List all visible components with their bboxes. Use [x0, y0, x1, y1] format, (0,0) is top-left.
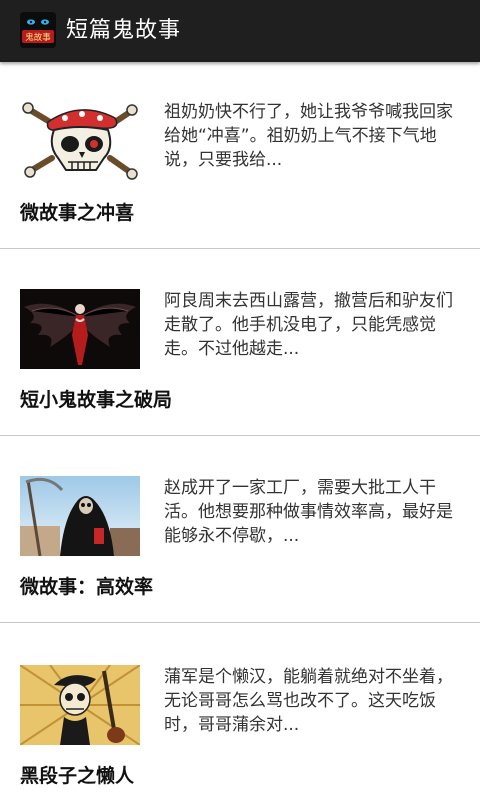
app-title: 短篇鬼故事: [66, 18, 182, 43]
app-screen: 鬼故事 短篇鬼故事 祖奶奶快不行了，她让我爷爷喊我回家给她“冲喜”。祖奶奶上气不…: [0, 0, 480, 800]
skeleton-with-guitar-thumbnail: [20, 665, 140, 745]
story-item[interactable]: 赵成开了一家工厂，需要大批工人干活。他想要那种做事情效率高，最好是能够永不停歇，…: [0, 436, 480, 622]
dark-winged-angel-thumbnail: [20, 289, 140, 369]
story-summary: 阿良周末去西山露营，撤营后和驴友们走散了。他手机没电了，只能凭感觉走。不过他越走…: [164, 291, 453, 359]
app-icon-text: 鬼故事: [25, 32, 51, 43]
story-list[interactable]: 祖奶奶快不行了，她让我爷爷喊我回家给她“冲喜”。祖奶奶上气不接下气地说，只要我给…: [0, 62, 480, 800]
grim-reaper-thumbnail: [20, 476, 140, 556]
story-summary: 赵成开了一家工厂，需要大批工人干活。他想要那种做事情效率高，最好是能够永不停歇，…: [164, 478, 453, 546]
story-title: 微故事：高效率: [20, 576, 154, 598]
story-summary: 祖奶奶快不行了，她让我爷爷喊我回家给她“冲喜”。祖奶奶上气不接下气地说，只要我给…: [164, 102, 453, 170]
story-item[interactable]: 祖奶奶快不行了，她让我爷爷喊我回家给她“冲喜”。祖奶奶上气不接下气地说，只要我给…: [0, 62, 480, 248]
app-icon[interactable]: 鬼故事: [20, 12, 56, 48]
story-summary: 蒲军是个懒汉，能躺着就绝对不坐着，无论哥哥怎么骂也改不了。这天吃饭时，哥哥蒲余对…: [164, 667, 453, 735]
skull-and-crossbones-thumbnail: [20, 100, 140, 180]
story-title: 微故事之冲喜: [20, 202, 135, 224]
story-item[interactable]: 蒲军是个懒汉，能躺着就绝对不坐着，无论哥哥怎么骂也改不了。这天吃饭时，哥哥蒲余对…: [0, 623, 480, 800]
action-bar: 鬼故事 短篇鬼故事: [0, 0, 480, 62]
story-title: 黑段子之懒人: [20, 765, 135, 787]
story-item[interactable]: 阿良周末去西山露营，撤营后和驴友们走散了。他手机没电了，只能凭感觉走。不过他越走…: [0, 249, 480, 435]
story-title: 短小鬼故事之破局: [20, 389, 173, 411]
